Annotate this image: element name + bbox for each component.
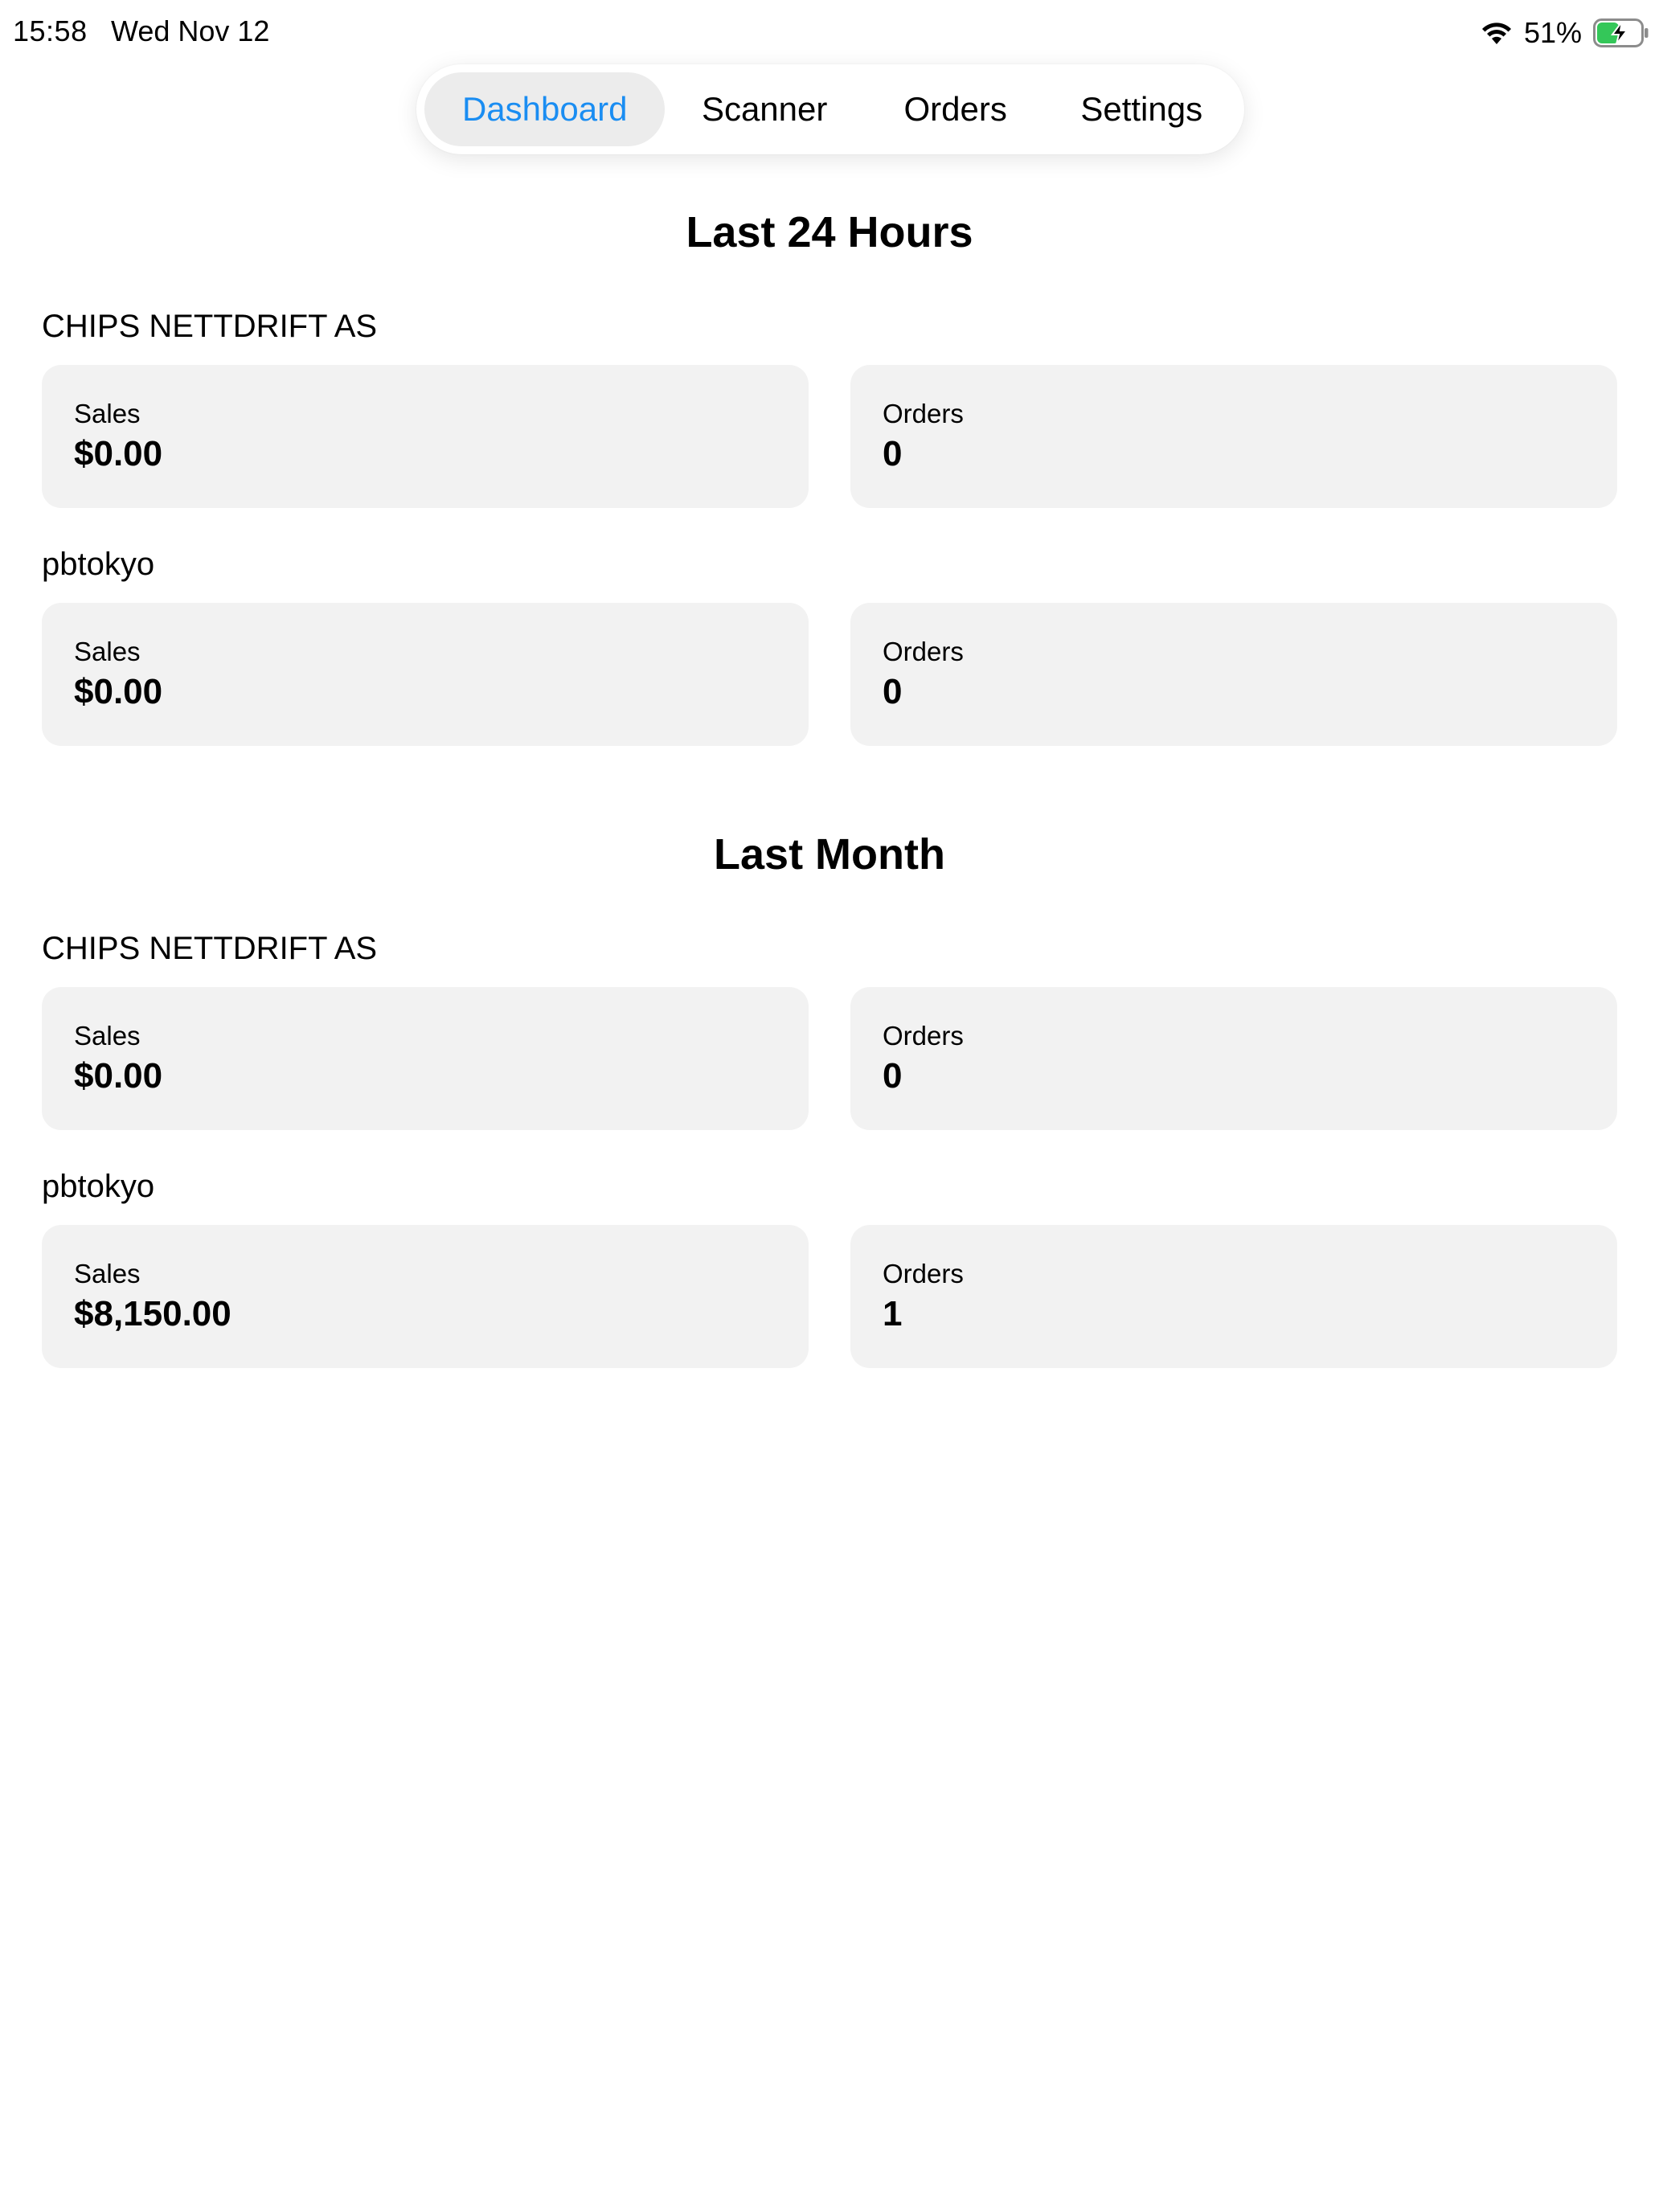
sales-value: $0.00 <box>74 672 163 711</box>
orders-card: Orders 0 <box>850 987 1617 1130</box>
store-name: pbtokyo <box>42 1169 155 1204</box>
orders-label: Orders <box>883 637 964 666</box>
battery-percentage: 51% <box>1523 16 1582 49</box>
orders-card: Orders 0 <box>850 365 1617 508</box>
sales-value: $8,150.00 <box>74 1294 231 1333</box>
status-bar: 15:58 Wed Nov 12 51% <box>0 0 1659 68</box>
sales-label: Sales <box>74 637 141 666</box>
battery-charging-icon <box>1593 18 1649 47</box>
store-name: CHIPS NETTDRIFT AS <box>42 309 378 344</box>
wifi-icon <box>1481 23 1511 44</box>
sales-label: Sales <box>74 399 141 428</box>
tab-settings[interactable]: Settings <box>1047 72 1236 146</box>
sales-card: Sales $0.00 <box>42 987 809 1130</box>
sales-label: Sales <box>74 1259 141 1288</box>
sales-card: Sales $8,150.00 <box>42 1225 809 1368</box>
sales-card: Sales $0.00 <box>42 365 809 508</box>
tab-orders[interactable]: Orders <box>864 72 1047 146</box>
orders-label: Orders <box>883 1021 964 1051</box>
tab-dashboard[interactable]: Dashboard <box>424 72 666 146</box>
sales-value: $0.00 <box>74 1056 163 1096</box>
orders-card: Orders 0 <box>850 603 1617 746</box>
tab-bar: Dashboard Scanner Orders Settings <box>416 64 1244 154</box>
tab-scanner[interactable]: Scanner <box>665 72 864 146</box>
status-date: Wed Nov 12 <box>111 14 270 47</box>
orders-value: 0 <box>883 434 903 473</box>
sales-value: $0.00 <box>74 434 163 473</box>
sales-card: Sales $0.00 <box>42 603 809 746</box>
orders-card: Orders 1 <box>850 1225 1617 1368</box>
store-name: pbtokyo <box>42 547 155 582</box>
status-indicators: 51% <box>1481 13 1649 53</box>
store-name: CHIPS NETTDRIFT AS <box>42 931 378 966</box>
orders-label: Orders <box>883 1259 964 1288</box>
orders-value: 0 <box>883 1056 903 1096</box>
status-time: 15:58 <box>13 14 88 47</box>
orders-value: 0 <box>883 672 903 711</box>
orders-value: 1 <box>883 1294 903 1333</box>
sales-label: Sales <box>74 1021 141 1051</box>
section-title-last-month: Last Month <box>714 830 945 879</box>
orders-label: Orders <box>883 399 964 428</box>
section-title-last-24-hours: Last 24 Hours <box>686 208 973 256</box>
